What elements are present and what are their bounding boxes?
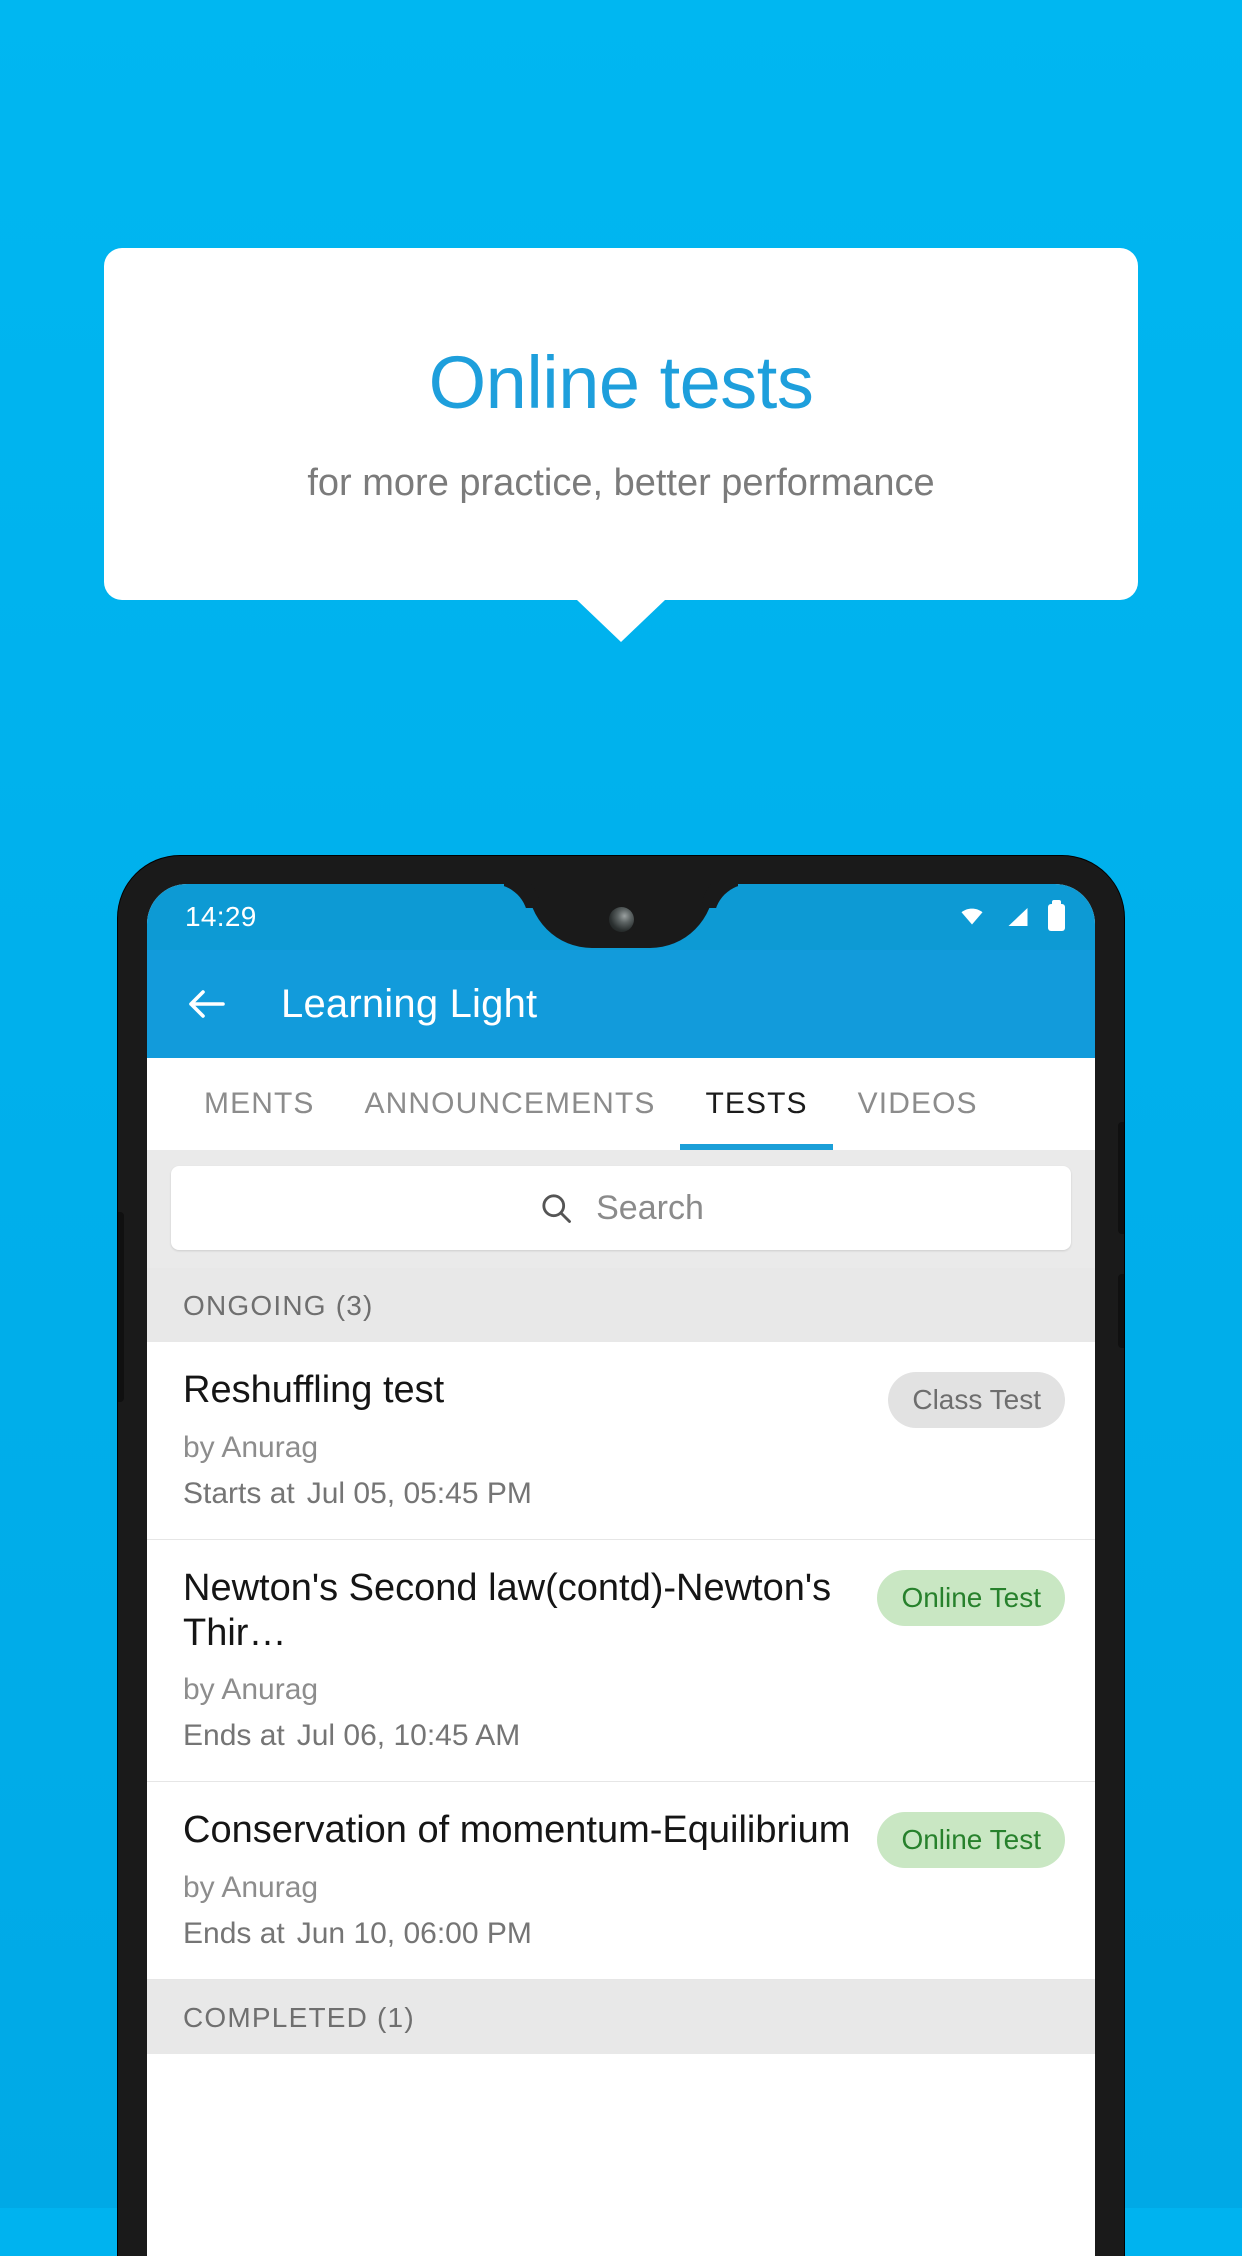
promo-bubble-tail bbox=[577, 600, 665, 642]
promo-subtitle: for more practice, better performance bbox=[307, 462, 935, 504]
search-placeholder: Search bbox=[596, 1188, 704, 1227]
front-camera bbox=[608, 906, 634, 932]
tab-assignments[interactable]: MENTS bbox=[179, 1058, 340, 1150]
test-time-value: Jun 10, 06:00 PM bbox=[296, 1917, 532, 1951]
app-bar-title: Learning Light bbox=[281, 981, 538, 1026]
test-author: by Anurag bbox=[183, 1430, 319, 1464]
search-icon bbox=[542, 1194, 572, 1223]
test-item-content: Reshuffling test by Anurag Starts at Jul … bbox=[183, 1368, 870, 1511]
promo-bubble: Online tests for more practice, better p… bbox=[104, 248, 1138, 600]
status-time: 14:29 bbox=[185, 901, 257, 932]
tab-tests[interactable]: TESTS bbox=[680, 1058, 833, 1150]
test-time: Ends at Jul 06, 10:45 AM bbox=[183, 1719, 859, 1753]
test-time-value: Jul 05, 05:45 PM bbox=[306, 1476, 532, 1510]
test-time-label: Starts at bbox=[183, 1476, 295, 1510]
left-side-button[interactable] bbox=[118, 1212, 124, 1402]
test-time: Starts at Jul 05, 05:45 PM bbox=[183, 1477, 870, 1511]
status-badge: Online Test bbox=[877, 1812, 1065, 1869]
battery-icon bbox=[1048, 899, 1065, 931]
test-author: by Anurag bbox=[183, 1673, 319, 1707]
tab-videos[interactable]: VIDEOS bbox=[833, 1058, 1003, 1150]
promo-title: Online tests bbox=[428, 341, 814, 424]
test-time-value: Jul 06, 10:45 AM bbox=[296, 1719, 521, 1753]
test-title: Reshuffling test bbox=[183, 1369, 445, 1411]
status-icons bbox=[957, 899, 1065, 931]
test-author: by Anurag bbox=[183, 1871, 319, 1905]
test-time-label: Ends at bbox=[183, 1719, 285, 1753]
test-time: Ends at Jun 10, 06:00 PM bbox=[183, 1917, 859, 1951]
status-badge: Online Test bbox=[877, 1569, 1065, 1626]
tab-announcements[interactable]: ANNOUNCEMENTS bbox=[340, 1058, 681, 1150]
test-title: Newton's Second law(contd)-Newton's Thir… bbox=[183, 1566, 832, 1654]
test-item-content: Conservation of momentum-Equilibrium by … bbox=[183, 1808, 859, 1951]
search-input[interactable]: Search bbox=[171, 1166, 1071, 1250]
section-header-completed: COMPLETED (1) bbox=[147, 1980, 1095, 2055]
test-item-content: Newton's Second law(contd)-Newton's Thir… bbox=[183, 1566, 859, 1754]
search-area: Search bbox=[147, 1150, 1095, 1268]
status-badge: Class Test bbox=[888, 1372, 1065, 1428]
test-title: Conservation of momentum-Equilibrium bbox=[183, 1809, 851, 1852]
section-header-ongoing: ONGOING (3) bbox=[147, 1268, 1095, 1342]
test-time-label: Ends at bbox=[183, 1917, 285, 1951]
wifi-icon bbox=[961, 908, 983, 925]
power-button[interactable] bbox=[1118, 1274, 1124, 1348]
app-bar: Learning Light bbox=[147, 950, 1095, 1058]
phone-screen: 14:29 Learning Light MENTS ANNOUNCEMENTS… bbox=[147, 884, 1095, 2256]
volume-button[interactable] bbox=[1118, 1122, 1124, 1234]
phone-frame: 14:29 Learning Light MENTS ANNOUNCEMENTS… bbox=[118, 856, 1124, 2256]
test-list-item[interactable]: Conservation of momentum-Equilibrium by … bbox=[147, 1782, 1095, 1981]
signal-icon bbox=[1008, 908, 1028, 926]
status-bar: 14:29 bbox=[147, 884, 1095, 950]
test-list-item[interactable]: Newton's Second law(contd)-Newton's Thir… bbox=[147, 1539, 1095, 1783]
back-arrow-icon[interactable] bbox=[183, 980, 231, 1028]
tab-bar: MENTS ANNOUNCEMENTS TESTS VIDEOS bbox=[147, 1058, 1095, 1150]
test-list-item[interactable]: Reshuffling test by Anurag Starts at Jul … bbox=[147, 1342, 1095, 1540]
phone-notch bbox=[528, 884, 714, 948]
